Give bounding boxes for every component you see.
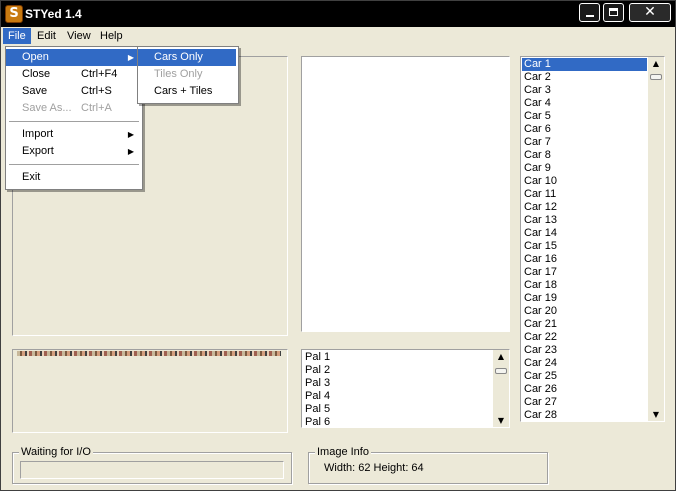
maximize-button[interactable] (603, 3, 624, 22)
palette-list[interactable]: Pal 1 Pal 2 Pal 3 Pal 4 Pal 5 Pal 6 ▲ ▼ (301, 349, 510, 428)
close-button[interactable]: ✕ (629, 3, 671, 22)
palette-list-items: Pal 1 Pal 2 Pal 3 Pal 4 Pal 5 Pal 6 (303, 351, 492, 426)
car-list-scrollbar[interactable]: ▲ ▼ (648, 57, 664, 421)
file-menu-export[interactable]: Export ▶ (6, 143, 140, 160)
list-item[interactable]: Pal 2 (303, 364, 492, 377)
menu-item-label: Save (22, 85, 48, 97)
submenu-arrow-icon: ▶ (127, 130, 134, 139)
menu-separator (9, 121, 139, 123)
minimize-icon (586, 15, 594, 17)
menu-help[interactable]: Help (95, 28, 128, 44)
menu-separator (9, 164, 139, 166)
list-item[interactable]: Car 7 (522, 136, 647, 149)
list-item[interactable]: Car 4 (522, 97, 647, 110)
list-item[interactable]: Car 1 (522, 58, 647, 71)
menu-item-label: Open (22, 51, 49, 63)
menu-item-label: Save As... (22, 102, 72, 114)
list-item[interactable]: Car 28 (522, 409, 647, 420)
list-item[interactable]: Car 23 (522, 344, 647, 357)
menu-bar: File Edit View Help (1, 27, 675, 45)
palette-color-strip[interactable] (17, 351, 281, 356)
list-item[interactable]: Car 14 (522, 227, 647, 240)
list-item[interactable]: Car 24 (522, 357, 647, 370)
title-bar[interactable]: S STYed 1.4 ✕ (1, 1, 675, 27)
scroll-down-icon[interactable]: ▼ (648, 408, 664, 421)
scroll-thumb[interactable] (650, 74, 662, 80)
list-item[interactable]: Car 13 (522, 214, 647, 227)
file-menu-exit[interactable]: Exit (6, 169, 140, 186)
list-item[interactable]: Car 3 (522, 84, 647, 97)
menu-file[interactable]: File (3, 28, 31, 44)
preview-panel[interactable] (301, 56, 510, 332)
menu-item-shortcut: Ctrl+F4 (81, 68, 118, 80)
scroll-thumb[interactable] (495, 368, 507, 374)
list-item[interactable]: Pal 6 (303, 416, 492, 426)
image-info-text: Width: 62 Height: 64 (324, 462, 424, 474)
maximize-icon (609, 8, 618, 16)
car-list-items: Car 1 Car 2 Car 3 Car 4 Car 5 Car 6 Car 7 Car 8… (522, 58, 647, 420)
minimize-button[interactable] (579, 3, 600, 22)
submenu-arrow-icon: ▶ (127, 53, 134, 62)
list-item[interactable]: Pal 3 (303, 377, 492, 390)
palette-list-scrollbar[interactable]: ▲ ▼ (493, 350, 509, 427)
list-item[interactable]: Car 19 (522, 292, 647, 305)
menu-item-label: Cars + Tiles (154, 85, 213, 97)
file-menu-dropdown: Open ▶ Close Ctrl+F4 Save Ctrl+S Save As… (5, 46, 143, 190)
list-item[interactable]: Car 6 (522, 123, 647, 136)
palette-color-panel[interactable] (12, 349, 288, 433)
io-status-label: Waiting for I/O (19, 446, 93, 458)
list-item[interactable]: Car 16 (522, 253, 647, 266)
io-progress-bar (20, 461, 284, 479)
list-item[interactable]: Car 8 (522, 149, 647, 162)
list-item[interactable]: Car 25 (522, 370, 647, 383)
menu-item-label: Tiles Only (154, 68, 203, 80)
list-item[interactable]: Car 12 (522, 201, 647, 214)
list-item[interactable]: Car 17 (522, 266, 647, 279)
list-item[interactable]: Car 26 (522, 383, 647, 396)
menu-item-label: Cars Only (154, 51, 203, 63)
file-menu-import[interactable]: Import ▶ (6, 126, 140, 143)
list-item[interactable]: Car 20 (522, 305, 647, 318)
image-info-label: Image Info (315, 446, 371, 458)
list-item[interactable]: Car 5 (522, 110, 647, 123)
menu-edit[interactable]: Edit (32, 28, 61, 44)
scroll-up-icon[interactable]: ▲ (648, 57, 664, 70)
menu-item-label: Exit (22, 171, 41, 183)
list-item[interactable]: Car 15 (522, 240, 647, 253)
open-cars-only[interactable]: Cars Only (138, 49, 236, 66)
menu-item-label: Close (22, 68, 51, 80)
close-icon: ✕ (644, 4, 656, 20)
menu-item-label: Export (22, 145, 54, 157)
scroll-down-icon[interactable]: ▼ (493, 414, 509, 427)
car-list[interactable]: Car 1 Car 2 Car 3 Car 4 Car 5 Car 6 Car 7 Car 8… (520, 56, 665, 422)
scroll-up-icon[interactable]: ▲ (493, 350, 509, 363)
window-title: STYed 1.4 (25, 7, 82, 21)
list-item[interactable]: Pal 1 (303, 351, 492, 364)
file-menu-open[interactable]: Open ▶ (6, 49, 140, 66)
submenu-arrow-icon: ▶ (127, 147, 134, 156)
app-icon[interactable]: S (5, 5, 23, 23)
list-item[interactable]: Car 21 (522, 318, 647, 331)
file-menu-close[interactable]: Close Ctrl+F4 (6, 66, 140, 83)
list-item[interactable]: Car 22 (522, 331, 647, 344)
menu-item-label: Import (22, 128, 54, 140)
open-cars-and-tiles[interactable]: Cars + Tiles (138, 83, 236, 100)
menu-item-shortcut: Ctrl+S (81, 85, 112, 97)
list-item[interactable]: Pal 5 (303, 403, 492, 416)
file-menu-save[interactable]: Save Ctrl+S (6, 83, 140, 100)
list-item[interactable]: Car 10 (522, 175, 647, 188)
main-window: S STYed 1.4 ✕ File Edit View Help Car 1C… (0, 0, 676, 491)
list-item[interactable]: Car 18 (522, 279, 647, 292)
list-item[interactable]: Car 2 (522, 71, 647, 84)
open-submenu: Cars Only Tiles Only Cars + Tiles (137, 46, 239, 104)
list-item[interactable]: Car 11 (522, 188, 647, 201)
menu-view[interactable]: View (62, 28, 96, 44)
list-item[interactable]: Car 27 (522, 396, 647, 409)
list-item[interactable]: Car 9 (522, 162, 647, 175)
list-item[interactable]: Pal 4 (303, 390, 492, 403)
file-menu-save-as[interactable]: Save As... Ctrl+A (6, 100, 140, 117)
menu-item-shortcut: Ctrl+A (81, 102, 112, 114)
open-tiles-only[interactable]: Tiles Only (138, 66, 236, 83)
